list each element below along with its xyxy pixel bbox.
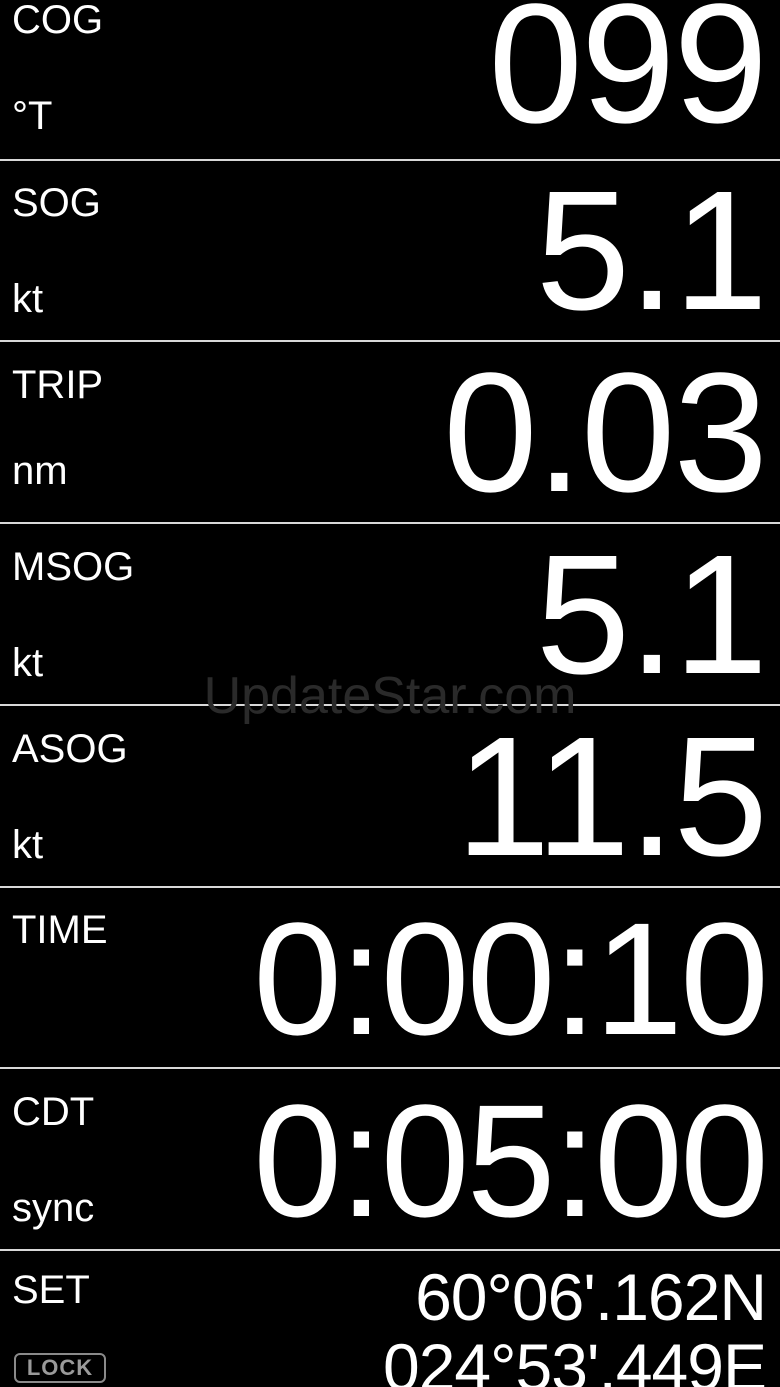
- msog-value: 5.1: [535, 525, 768, 706]
- trip-row[interactable]: TRIP nm 0.03: [0, 343, 780, 524]
- sog-value: 5.1: [535, 161, 768, 342]
- sog-unit: kt: [12, 277, 44, 321]
- sog-row[interactable]: SOG kt 5.1: [0, 161, 780, 342]
- cog-unit: °T: [12, 94, 53, 138]
- msog-unit: kt: [12, 641, 44, 685]
- set-row[interactable]: SET 60°06'.162N 024°53'.449E: [0, 1252, 780, 1387]
- time-row[interactable]: TIME 0:00:10: [0, 888, 780, 1069]
- cdt-label: CDT: [12, 1090, 95, 1134]
- cdt-unit: sync: [12, 1186, 95, 1230]
- longitude-value: 024°53'.449E: [382, 1330, 767, 1387]
- cog-label: COG: [12, 0, 104, 42]
- cog-value: 099: [488, 0, 768, 159]
- latitude-value: 60°06'.162N: [415, 1260, 767, 1334]
- msog-row[interactable]: MSOG kt 5.1: [0, 525, 780, 706]
- asog-label: ASOG: [12, 727, 128, 771]
- set-label: SET: [12, 1268, 90, 1312]
- asog-row[interactable]: ASOG kt 11.5: [0, 707, 780, 888]
- cdt-row[interactable]: CDT sync 0:05:00: [0, 1070, 780, 1251]
- trip-unit: nm: [12, 449, 68, 493]
- lock-button[interactable]: LOCK: [14, 1353, 106, 1383]
- trip-label: TRIP: [12, 363, 104, 407]
- time-value: 0:00:10: [253, 889, 769, 1068]
- sog-label: SOG: [12, 181, 101, 225]
- asog-unit: kt: [12, 823, 44, 867]
- trip-value: 0.03: [443, 343, 768, 524]
- cog-row[interactable]: COG °T 099: [0, 0, 780, 161]
- msog-label: MSOG: [12, 545, 135, 589]
- asog-value: 11.5: [455, 707, 768, 888]
- time-label: TIME: [12, 908, 108, 952]
- cdt-value: 0:05:00: [253, 1071, 769, 1250]
